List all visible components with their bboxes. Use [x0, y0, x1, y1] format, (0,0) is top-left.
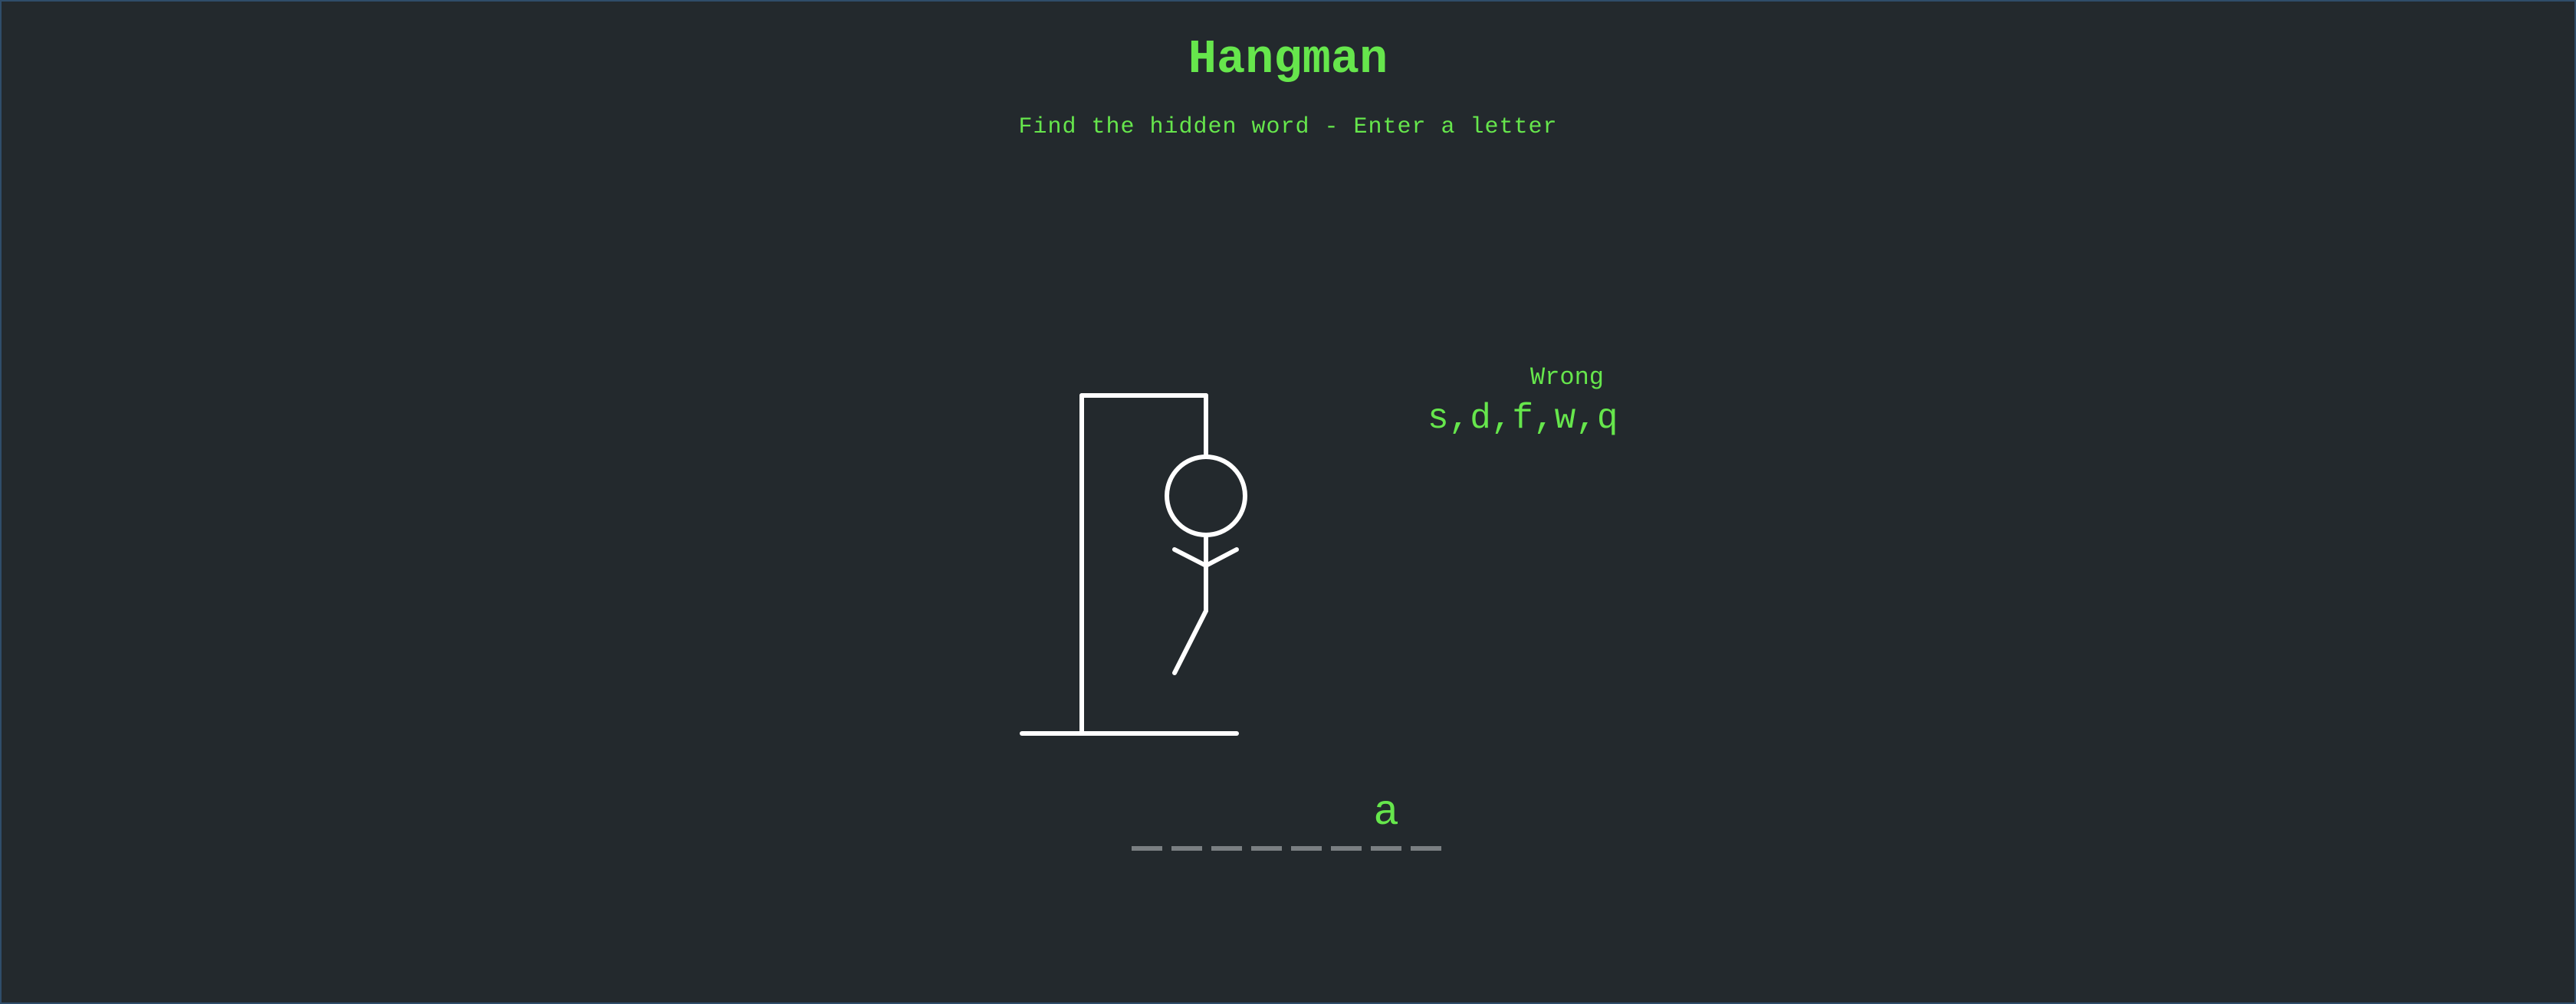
letter-slot [1331, 783, 1362, 857]
figure-head [1165, 454, 1247, 537]
hidden-word: a [1132, 783, 1441, 857]
slot-underline [1371, 846, 1401, 851]
hangman-drawing [1020, 393, 1247, 736]
figure-left-arm [1172, 547, 1208, 568]
slot-underline [1171, 846, 1202, 851]
letter-slot [1291, 783, 1322, 857]
slot-underline [1411, 846, 1441, 851]
page-title: Hangman [1188, 32, 1388, 87]
letter-slot: a [1371, 783, 1401, 857]
hangman-page: { "header": { "title": "Hangman", "instr… [0, 0, 2576, 1004]
figure-left-leg [1172, 609, 1208, 675]
slot-underline [1331, 846, 1362, 851]
figure-right-arm [1204, 547, 1239, 568]
slot-underline [1211, 846, 1242, 851]
slot-letter: a [1373, 788, 1399, 837]
letter-slot [1171, 783, 1202, 857]
letter-slot [1411, 783, 1441, 857]
letter-slot [1251, 783, 1282, 857]
slot-underline [1132, 846, 1162, 851]
instruction-text: Find the hidden word - Enter a letter [1018, 114, 1558, 140]
wrong-letters: s,d,f,w,q [1428, 399, 1618, 438]
slot-underline [1251, 846, 1282, 851]
letter-slot [1211, 783, 1242, 857]
slot-underline [1291, 846, 1322, 851]
wrong-guesses-panel: Wrong s,d,f,w,q [1428, 362, 1618, 440]
wrong-label: Wrong [1530, 363, 1604, 392]
letter-slot [1132, 783, 1162, 857]
